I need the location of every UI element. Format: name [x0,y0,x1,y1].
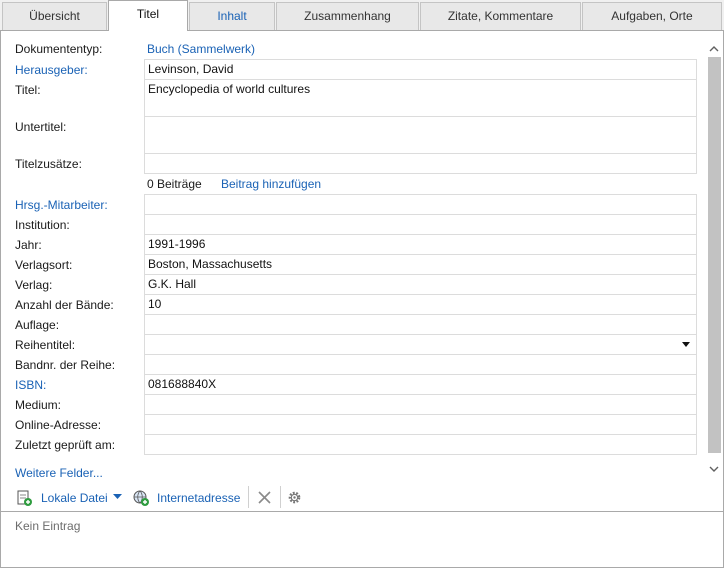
attachment-toolbar: Lokale Datei Internetadresse [1,483,723,511]
titelzusaetze-field[interactable] [144,153,697,174]
jahr-field[interactable]: 1991-1996 [144,234,697,255]
institution-label: Institution: [15,218,70,232]
tab-bar: Übersicht Titel Inhalt Zusammenhang Zita… [0,0,724,31]
status-divider [1,511,723,512]
status-text: Kein Eintrag [15,519,81,533]
local-file-icon[interactable] [15,489,33,507]
online-label: Online-Adresse: [15,418,102,432]
delete-x-icon[interactable] [257,490,272,505]
tab-titel[interactable]: Titel [108,0,188,31]
scroll-down-icon[interactable] [706,461,722,477]
lokale-datei-button[interactable]: Lokale Datei [41,491,108,505]
title-panel: Dokumententyp: Buch (Sammelwerk) Herausg… [0,30,724,568]
toolbar-divider [280,486,281,508]
untertitel-field[interactable] [144,116,697,154]
titel-label: Titel: [15,83,41,97]
baende-label: Anzahl der Bände: [15,298,114,312]
medium-label: Medium: [15,398,62,412]
tab-inhalt[interactable]: Inhalt [189,2,275,30]
reihentitel-label: Reihentitel: [15,338,76,352]
verlagsort-field[interactable]: Boston, Massachusetts [144,254,697,275]
verlagsort-label: Verlagsort: [15,258,73,272]
scrollbar-thumb[interactable] [708,57,721,453]
jahr-label: Jahr: [15,238,42,252]
online-field[interactable] [144,414,697,435]
chevron-down-icon[interactable] [682,342,690,347]
bandnr-field[interactable] [144,354,697,375]
dokumententyp-value[interactable]: Buch (Sammelwerk) [147,42,255,56]
beitraege-count: 0 Beiträge [147,177,202,191]
verlag-label: Verlag: [15,278,53,292]
baende-field[interactable]: 10 [144,294,697,315]
herausgeber-field[interactable]: Levinson, David [144,59,697,80]
tab-uebersicht[interactable]: Übersicht [2,2,107,30]
weitere-felder-link[interactable]: Weitere Felder... [15,466,103,480]
mitarbeiter-field[interactable] [144,194,697,215]
titelzusaetze-label: Titelzusätze: [15,157,82,171]
verlag-field[interactable]: G.K. Hall [144,274,697,295]
untertitel-label: Untertitel: [15,120,67,134]
auflage-field[interactable] [144,314,697,335]
auflage-label: Auflage: [15,318,60,332]
gear-icon[interactable] [287,490,302,505]
internetadresse-button[interactable]: Internetadresse [157,491,240,505]
geprueft-field[interactable] [144,434,697,455]
isbn-field[interactable]: 081688840X [144,374,697,395]
dokumententyp-label: Dokumententyp: [15,42,103,56]
tab-zusammenhang[interactable]: Zusammenhang [276,2,419,30]
geprueft-label: Zuletzt geprüft am: [15,438,116,452]
tab-aufgaben-orte[interactable]: Aufgaben, Orte [582,2,722,30]
mitarbeiter-label[interactable]: Hrsg.-Mitarbeiter: [15,198,108,212]
vertical-scrollbar[interactable] [706,41,722,477]
scroll-up-icon[interactable] [706,41,722,57]
medium-field[interactable] [144,394,697,415]
bandnr-label: Bandnr. der Reihe: [15,358,116,372]
beitrag-hinzufuegen-link[interactable]: Beitrag hinzufügen [221,177,321,191]
institution-field[interactable] [144,214,697,235]
isbn-label[interactable]: ISBN: [15,378,46,392]
toolbar-divider [248,486,249,508]
tab-zitate-kommentare[interactable]: Zitate, Kommentare [420,2,581,30]
titel-field[interactable]: Encyclopedia of world cultures [144,79,697,117]
herausgeber-label[interactable]: Herausgeber: [15,63,88,77]
internet-address-icon[interactable] [132,489,150,507]
reihentitel-select[interactable] [144,334,697,355]
chevron-down-icon[interactable] [113,494,122,500]
